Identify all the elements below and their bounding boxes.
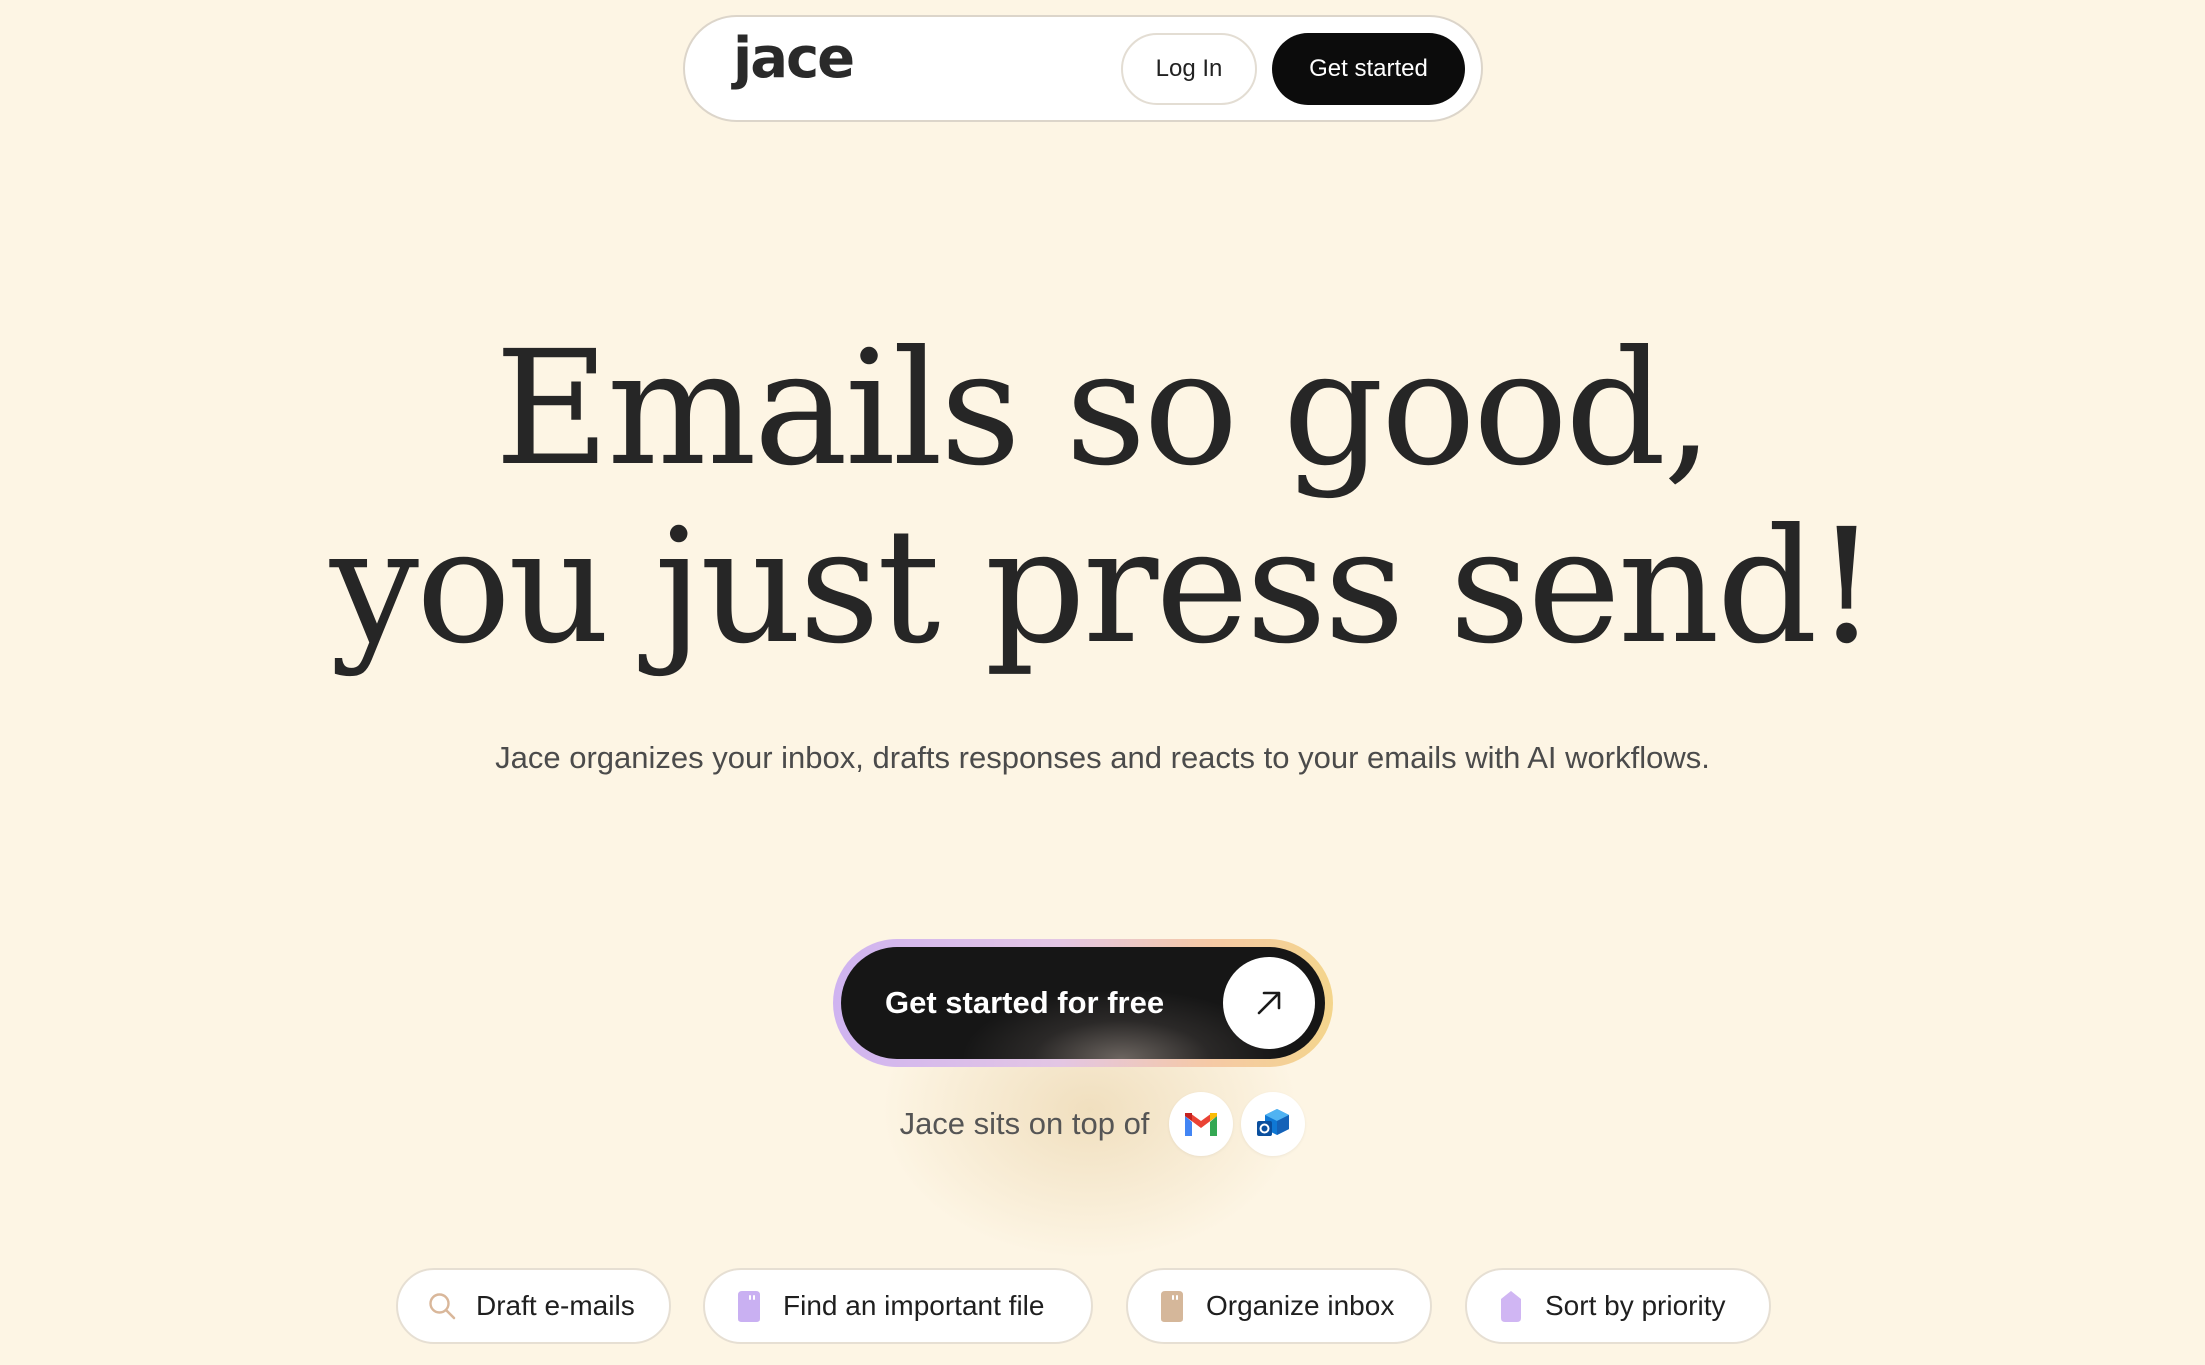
chip-label: Draft e-mails xyxy=(476,1290,635,1321)
integrations-row: Jace sits on top of xyxy=(0,1092,2205,1156)
chip-label: Sort by priority xyxy=(1545,1290,1726,1321)
arrow-up-right-icon xyxy=(1223,957,1315,1049)
headline-line-1: Emails so good, xyxy=(494,317,1714,501)
tag-icon xyxy=(1495,1288,1527,1324)
nav-get-started-button[interactable]: Get started xyxy=(1272,33,1465,105)
chip-label: Find an important file xyxy=(783,1290,1045,1321)
login-button[interactable]: Log In xyxy=(1121,33,1257,105)
jace-logo[interactable]: jace xyxy=(733,31,855,87)
chip-sort-by-priority[interactable]: Sort by priority xyxy=(1465,1268,1771,1344)
cta-gradient-ring: Get started for free xyxy=(833,939,1333,1067)
file-icon xyxy=(1156,1288,1188,1324)
headline-line-2: you just press send! xyxy=(329,495,1878,679)
get-started-free-button[interactable]: Get started for free xyxy=(841,947,1325,1059)
cta-label: Get started for free xyxy=(885,985,1165,1020)
chip-draft-emails[interactable]: Draft e-mails xyxy=(396,1268,671,1344)
gmail-icon xyxy=(1169,1092,1234,1156)
outlook-icon xyxy=(1241,1092,1306,1156)
hero-headline: Emails so good, you just press send! xyxy=(0,320,2205,676)
chip-label: Organize inbox xyxy=(1206,1290,1395,1321)
chip-organize-inbox[interactable]: Organize inbox xyxy=(1126,1268,1432,1344)
hero-subtitle: Jace organizes your inbox, drafts respon… xyxy=(495,740,1710,775)
file-icon xyxy=(733,1288,765,1324)
search-icon xyxy=(426,1288,458,1324)
sits-on-top-text: Jace sits on top of xyxy=(899,1106,1150,1141)
feature-chips: Draft e-mails Find an important file Org… xyxy=(0,1268,2205,1344)
top-nav: jace Log In Get started xyxy=(683,15,1483,122)
chip-find-important-file[interactable]: Find an important file xyxy=(703,1268,1093,1344)
